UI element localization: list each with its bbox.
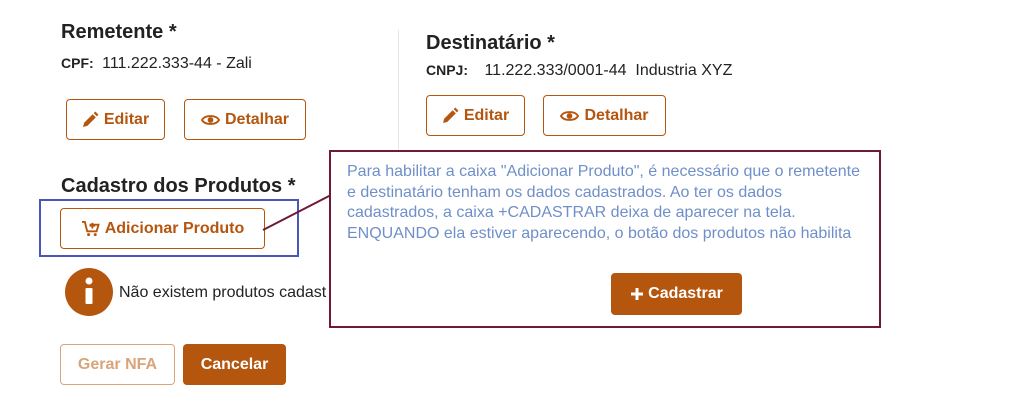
plus-icon [630, 287, 644, 301]
callout-box: Para habilitar a caixa "Adicionar Produt… [329, 150, 881, 328]
register-label: Cadastrar [648, 285, 723, 302]
register-button[interactable]: Cadastrar [611, 273, 742, 315]
callout-text: Para habilitar a caixa "Adicionar Produt… [347, 163, 860, 242]
